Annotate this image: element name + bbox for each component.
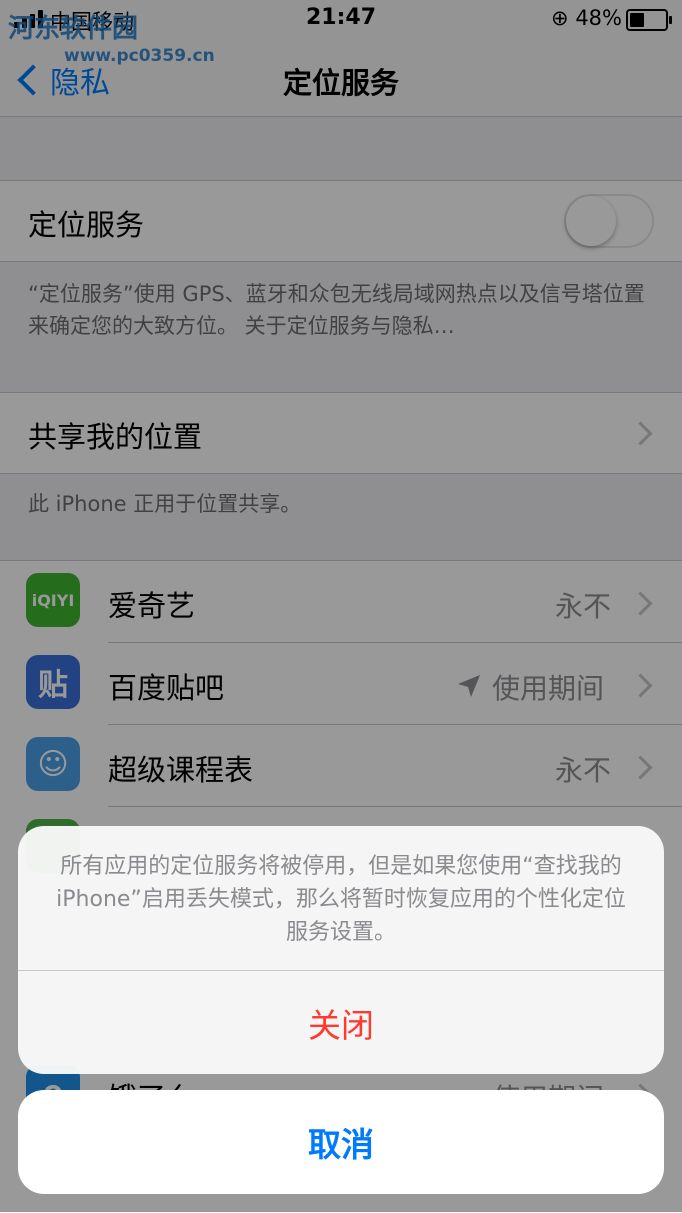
alert-message: 所有应用的定位服务将被停用，但是如果您使用“查找我的 iPhone”启用丢失模式… (56, 854, 626, 945)
cancel-sheet: 取消 (18, 1090, 664, 1194)
action-sheet: 所有应用的定位服务将被停用，但是如果您使用“查找我的 iPhone”启用丢失模式… (18, 826, 664, 1074)
turn-off-button[interactable]: 关闭 (18, 971, 664, 1074)
cancel-button[interactable]: 取消 (18, 1090, 664, 1194)
